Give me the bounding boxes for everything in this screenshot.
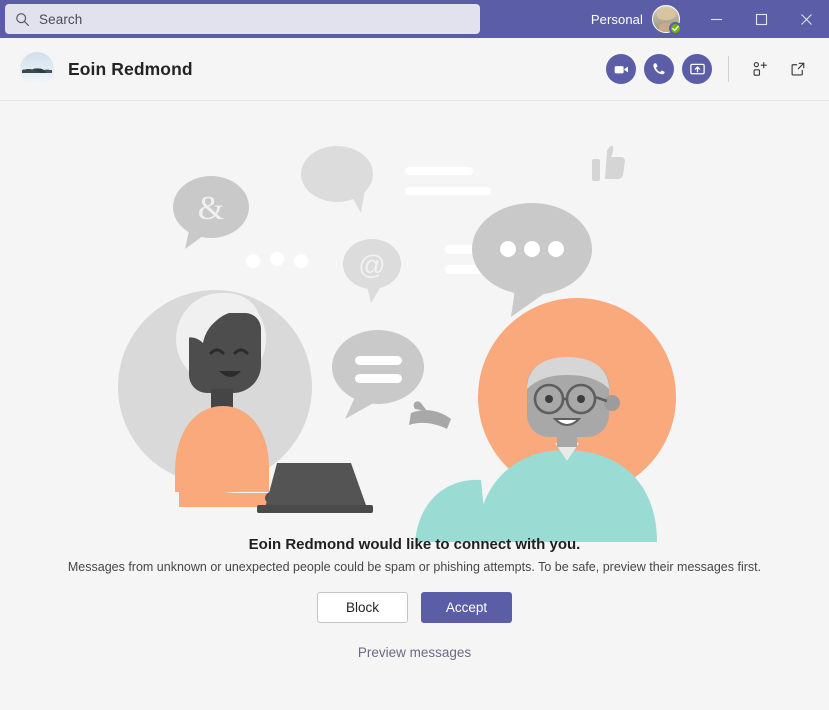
add-people-icon[interactable] <box>745 54 775 84</box>
audio-call-icon[interactable] <box>644 54 674 84</box>
minimize-icon[interactable] <box>694 0 739 38</box>
two-people-chatting-illustration: & @ <box>117 145 676 542</box>
titlebar-right-group: Personal <box>591 0 829 38</box>
title-bar: Search Personal <box>0 0 829 38</box>
chat-header: Eoin Redmond <box>0 38 829 101</box>
video-call-icon[interactable] <box>606 54 636 84</box>
svg-text:@: @ <box>358 250 385 280</box>
ampersand-bubble: & <box>172 176 249 249</box>
search-icon <box>15 12 30 27</box>
screen-share-icon[interactable] <box>682 54 712 84</box>
empty-bubble-top <box>300 146 373 213</box>
close-icon[interactable] <box>784 0 829 38</box>
page-title: Eoin Redmond <box>68 58 193 79</box>
connect-request-title: Eoin Redmond would like to connect with … <box>248 536 581 553</box>
presence-available-icon <box>669 22 682 35</box>
at-mention-bubble: @ <box>342 239 401 303</box>
peer-avatar[interactable] <box>20 52 54 86</box>
header-divider <box>728 56 729 82</box>
preview-messages-link[interactable]: Preview messages <box>358 645 471 660</box>
equals-bubble <box>331 330 424 419</box>
svg-text:&: & <box>197 190 223 227</box>
action-button-row: Block Accept <box>317 592 512 623</box>
accept-button[interactable]: Accept <box>421 592 512 623</box>
account-type-label: Personal <box>590 11 643 27</box>
pop-out-icon[interactable] <box>783 54 813 84</box>
search-input[interactable]: Search <box>5 4 480 34</box>
typing-dots-left <box>245 252 308 268</box>
block-button[interactable]: Block <box>317 592 408 623</box>
message-lines-top <box>404 167 491 195</box>
header-actions <box>606 54 813 84</box>
connect-request-subtitle: Messages from unknown or unexpected peop… <box>67 560 762 574</box>
maximize-icon[interactable] <box>739 0 784 38</box>
thumbs-up-icon <box>591 145 625 181</box>
search-placeholder: Search <box>39 11 83 27</box>
connect-request-panel: & @ Eoin Redmond would like to connect w… <box>0 101 829 709</box>
user-avatar[interactable] <box>652 5 682 35</box>
